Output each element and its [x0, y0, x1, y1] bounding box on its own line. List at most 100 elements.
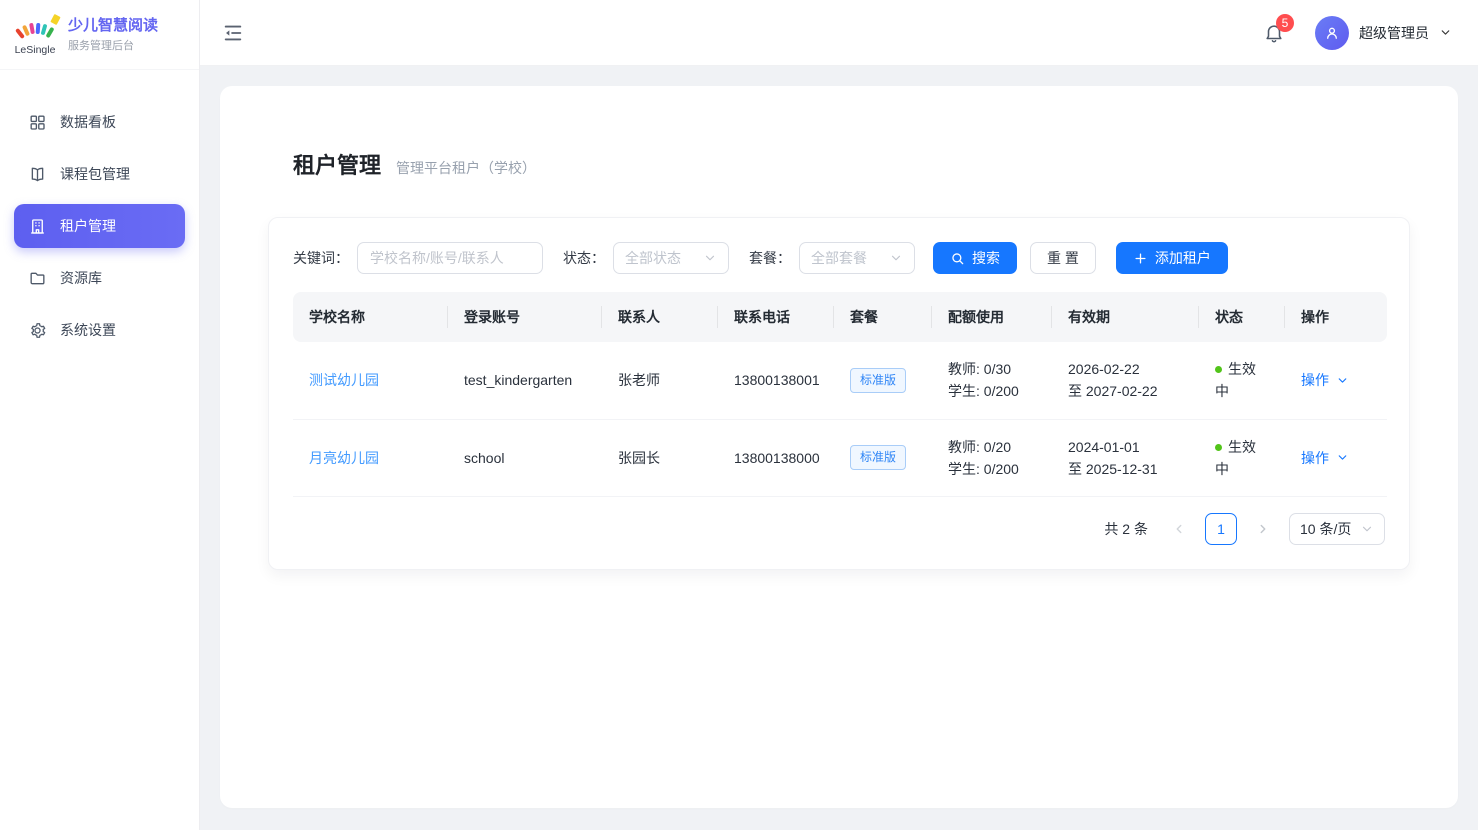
- collapse-sidebar-icon[interactable]: [222, 22, 244, 44]
- plus-icon: [1133, 251, 1148, 266]
- search-button[interactable]: 搜索: [933, 242, 1017, 274]
- sidebar-item-resources[interactable]: 资源库: [14, 256, 185, 300]
- brand: LeSingle 少儿智慧阅读 服务管理后台: [0, 0, 199, 70]
- col-contact: 联系人: [602, 292, 718, 342]
- status-dot-icon: [1215, 444, 1222, 451]
- pagination: 共 2 条 1 10 条/页: [293, 513, 1385, 545]
- page-size-value: 10 条/页: [1300, 519, 1351, 539]
- chevron-down-icon: [1336, 451, 1349, 464]
- sidebar-item-dashboard[interactable]: 数据看板: [14, 100, 185, 144]
- col-phone: 联系电话: [718, 292, 834, 342]
- chevron-down-icon: [703, 251, 717, 265]
- sidebar-item-settings[interactable]: 系统设置: [14, 308, 185, 352]
- contact-cell: 张园长: [602, 419, 718, 496]
- chevron-down-icon: [1360, 522, 1374, 536]
- next-page-button[interactable]: [1250, 513, 1276, 545]
- chevron-down-icon: [1439, 26, 1452, 39]
- keyword-input[interactable]: [357, 242, 543, 274]
- book-icon: [28, 165, 47, 184]
- avatar: [1315, 16, 1349, 50]
- school-name-link[interactable]: 月亮幼儿园: [309, 450, 379, 466]
- topbar-right: 5 超级管理员: [1263, 16, 1452, 50]
- search-icon: [950, 251, 965, 266]
- col-plan: 套餐: [834, 292, 932, 342]
- sidebar-item-label: 租户管理: [60, 216, 116, 236]
- chevron-down-icon: [1336, 374, 1349, 387]
- page-head: 租户管理 管理平台租户（学校）: [293, 148, 1410, 180]
- plan-select-value: 全部套餐: [811, 248, 867, 268]
- page-number-button[interactable]: 1: [1205, 513, 1237, 545]
- row-actions-dropdown[interactable]: 操作: [1301, 448, 1349, 468]
- user-name: 超级管理员: [1359, 23, 1429, 43]
- sidebar-item-label: 系统设置: [60, 320, 116, 340]
- topbar: 5 超级管理员: [200, 0, 1478, 66]
- keyword-label: 关键词：: [293, 248, 349, 268]
- sidebar-item-tenants[interactable]: 租户管理: [14, 204, 185, 248]
- filter-bar: 关键词： 状态： 全部状态 套餐： 全部套餐: [293, 242, 1385, 274]
- col-actions: 操作: [1285, 292, 1387, 342]
- main-area: 5 超级管理员 租户管理 管理平台租户（学校）: [200, 0, 1478, 830]
- status-cell: 生效中: [1199, 342, 1285, 419]
- row-actions-dropdown[interactable]: 操作: [1301, 370, 1349, 390]
- prev-page-button[interactable]: [1166, 513, 1192, 545]
- table-row: 月亮幼儿园 school 张园长 13800138000 标准版 教师: 0/2…: [293, 419, 1387, 496]
- sidebar-menu: 数据看板 课程包管理 租户管理 资源库: [0, 70, 199, 360]
- folder-icon: [28, 269, 47, 288]
- brand-text: 少儿智慧阅读 服务管理后台: [68, 16, 158, 53]
- app-root: LeSingle 少儿智慧阅读 服务管理后台 数据看板 课程包管理: [0, 0, 1478, 830]
- quota-cell: 教师: 0/20 学生: 0/200: [932, 419, 1052, 496]
- table-row: 测试幼儿园 test_kindergarten 张老师 13800138001 …: [293, 342, 1387, 419]
- tenant-panel: 关键词： 状态： 全部状态 套餐： 全部套餐: [268, 217, 1410, 570]
- gear-icon: [28, 321, 47, 340]
- status-badge: 生效中: [1215, 358, 1269, 402]
- status-select[interactable]: 全部状态: [613, 242, 729, 274]
- page-subtitle: 管理平台租户（学校）: [396, 158, 536, 178]
- sidebar-item-label: 数据看板: [60, 112, 116, 132]
- page-title: 租户管理: [293, 148, 381, 180]
- page-size-select[interactable]: 10 条/页: [1289, 513, 1385, 545]
- phone-cell: 13800138000: [718, 419, 834, 496]
- notification-badge: 5: [1276, 14, 1294, 32]
- col-quota: 配额使用: [932, 292, 1052, 342]
- quota-cell: 教师: 0/30 学生: 0/200: [932, 342, 1052, 419]
- content: 租户管理 管理平台租户（学校） 关键词： 状态： 全部状态: [200, 66, 1478, 830]
- validity-cell: 2024-01-01 至 2025-12-31: [1052, 419, 1199, 496]
- sidebar-item-label: 资源库: [60, 268, 102, 288]
- account-cell: test_kindergarten: [448, 342, 602, 419]
- page-card: 租户管理 管理平台租户（学校） 关键词： 状态： 全部状态: [220, 86, 1458, 808]
- school-name-link[interactable]: 测试幼儿园: [309, 372, 379, 388]
- contact-cell: 张老师: [602, 342, 718, 419]
- plan-select[interactable]: 全部套餐: [799, 242, 915, 274]
- tenant-table: 学校名称 登录账号 联系人 联系电话 套餐 配额使用 有效期 状态 操作: [293, 292, 1385, 497]
- sidebar-item-label: 课程包管理: [60, 164, 130, 184]
- status-label: 状态：: [563, 248, 605, 268]
- notifications-button[interactable]: 5: [1263, 22, 1285, 44]
- phone-cell: 13800138001: [718, 342, 834, 419]
- brand-title: 少儿智慧阅读: [68, 16, 158, 35]
- plan-badge: 标准版: [850, 368, 906, 393]
- building-icon: [28, 217, 47, 236]
- col-school: 学校名称: [293, 292, 448, 342]
- dashboard-icon: [28, 113, 47, 132]
- account-cell: school: [448, 419, 602, 496]
- plan-badge: 标准版: [850, 445, 906, 470]
- col-account: 登录账号: [448, 292, 602, 342]
- brand-subtitle: 服务管理后台: [68, 37, 158, 53]
- status-dot-icon: [1215, 366, 1222, 373]
- table-header: 学校名称 登录账号 联系人 联系电话 套餐 配额使用 有效期 状态 操作: [293, 292, 1387, 342]
- lesingle-logo-icon: LeSingle: [12, 13, 58, 57]
- reset-button[interactable]: 重 置: [1030, 242, 1096, 274]
- pagination-total: 共 2 条: [1104, 519, 1148, 539]
- status-badge: 生效中: [1215, 436, 1269, 480]
- status-cell: 生效中: [1199, 419, 1285, 496]
- chevron-down-icon: [889, 251, 903, 265]
- sidebar-item-course-packages[interactable]: 课程包管理: [14, 152, 185, 196]
- logo-text: LeSingle: [12, 44, 58, 56]
- sidebar: LeSingle 少儿智慧阅读 服务管理后台 数据看板 课程包管理: [0, 0, 200, 830]
- col-validity: 有效期: [1052, 292, 1199, 342]
- col-status: 状态: [1199, 292, 1285, 342]
- plan-label: 套餐：: [749, 248, 791, 268]
- add-tenant-button[interactable]: 添加租户: [1116, 242, 1228, 274]
- validity-cell: 2026-02-22 至 2027-02-22: [1052, 342, 1199, 419]
- user-menu[interactable]: 超级管理员: [1315, 16, 1452, 50]
